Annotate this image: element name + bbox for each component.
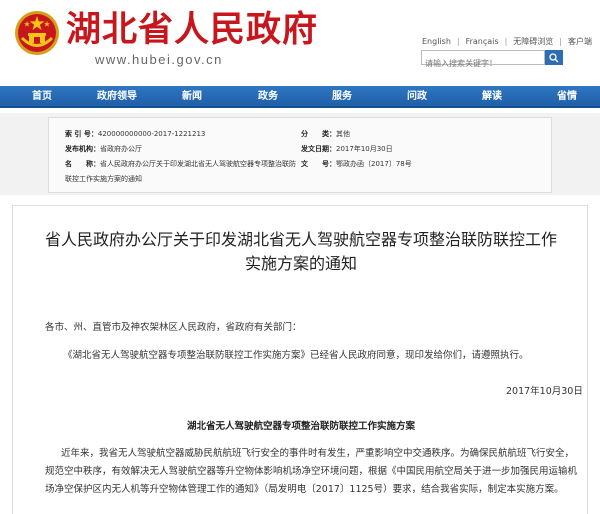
nav-province[interactable]: 省情 — [557, 86, 577, 108]
article-body: 省人民政府办公厅关于印发湖北省无人驾驶航空器专项整治联防联控工作 实施方案的通知… — [12, 205, 588, 514]
meta-label: 分 类： — [301, 130, 336, 138]
search-icon — [549, 52, 559, 62]
meta-value: 省人民政府办公厅关于印发湖北省无人驾驶航空器专项整治联防 — [100, 160, 296, 168]
article-title-line: 省人民政府办公厅关于印发湖北省无人驾驶航空器专项整治联防联控工作 — [44, 230, 557, 249]
utility-links: English | Français | 无障碍浏览 | 客户端 — [422, 36, 592, 47]
national-emblem-icon — [15, 11, 59, 55]
meta-date: 发文日期：2017年10月30日 — [301, 143, 393, 155]
search-box — [421, 50, 545, 70]
paragraph-line: 规范空中秩序，有效解决无人驾驶航空器等升空物体影响机场净空环境问题，根据《中国民… — [45, 466, 578, 477]
nav-inquiry[interactable]: 问政 — [407, 86, 427, 108]
site-title[interactable]: 湖北省人民政府 — [66, 8, 318, 52]
nav-services[interactable]: 服务 — [332, 86, 352, 108]
meta-name: 名 称：省人民政府办公厅关于印发湖北省无人驾驶航空器专项整治联防 — [65, 158, 296, 170]
meta-label: 发文日期： — [301, 145, 336, 153]
meta-name-cont: 联控工作实施方案的通知 — [65, 175, 142, 183]
meta-category: 分 类：其他 — [301, 128, 350, 140]
search-button[interactable] — [545, 50, 563, 65]
meta-label: 文 号： — [301, 160, 336, 168]
separator: | — [504, 37, 508, 46]
plan-title: 湖北省无人驾驶航空器专项整治联防联控工作实施方案 — [186, 421, 415, 432]
meta-issuer: 发布机构：省政府办公厅 — [65, 143, 142, 155]
sign-date: 2017年10月30日 — [506, 386, 583, 397]
meta-label: 索 引 号： — [65, 130, 98, 138]
article-title-line: 实施方案的通知 — [244, 254, 357, 273]
nav-affairs[interactable]: 政务 — [258, 86, 278, 108]
meta-value: 鄂政办函〔2017〕78号 — [336, 160, 412, 168]
article-title: 省人民政府办公厅关于印发湖北省无人驾驶航空器专项整治联防联控工作 实施方案的通知 — [13, 228, 589, 276]
meta-value: 省政府办公厅 — [100, 145, 142, 153]
nav-leaders[interactable]: 政府领导 — [97, 86, 137, 108]
paragraph-line: 场净空保护区内无人机等升空物体管理工作的通知》（局发明电〔2017〕1125号）… — [45, 484, 564, 495]
notice-body: 《湖北省无人驾驶航空器专项整治联防联控工作实施方案》已经省人民政府同意，现印发给… — [63, 350, 529, 361]
meta-label: 发布机构： — [65, 145, 100, 153]
nav-interpretation[interactable]: 解读 — [482, 86, 502, 108]
document-meta-section: 索 引 号：420000000000-2017-1221213 分 类：其他 发… — [0, 113, 600, 195]
meta-label: 名 称： — [65, 160, 100, 168]
link-accessibility[interactable]: 无障碍浏览 — [513, 36, 553, 47]
separator: | — [559, 37, 562, 46]
site-header: 湖北省人民政府 www.hubei.gov.cn English | Françai… — [0, 0, 600, 86]
link-french[interactable]: Français — [466, 37, 499, 46]
document-meta-box: 索 引 号：420000000000-2017-1221213 分 类：其他 发… — [48, 117, 552, 193]
meta-value: 其他 — [336, 130, 350, 138]
meta-doc-number: 文 号：鄂政办函〔2017〕78号 — [301, 158, 412, 170]
link-english[interactable]: English — [422, 37, 451, 46]
link-client[interactable]: 客户端 — [568, 36, 592, 47]
site-url: www.hubei.gov.cn — [95, 52, 223, 67]
meta-value: 420000000000-2017-1221213 — [97, 130, 206, 138]
meta-index: 索 引 号：420000000000-2017-1221213 — [65, 128, 205, 140]
main-nav: 首页 政府领导 新闻 政务 服务 问政 解读 省情 — [0, 86, 600, 108]
nav-news[interactable]: 新闻 — [182, 86, 202, 108]
meta-value: 2017年10月30日 — [336, 145, 393, 153]
search-input[interactable] — [422, 57, 544, 70]
paragraph-line: 近年来，我省无人驾驶航空器威胁民航航班飞行安全的事件时有发生，严重影响空中交通秩… — [61, 448, 575, 459]
separator: | — [456, 37, 460, 46]
recipients: 各市、州、直管市及神农架林区人民政府，省政府有关部门： — [45, 322, 302, 333]
nav-home[interactable]: 首页 — [32, 86, 52, 108]
